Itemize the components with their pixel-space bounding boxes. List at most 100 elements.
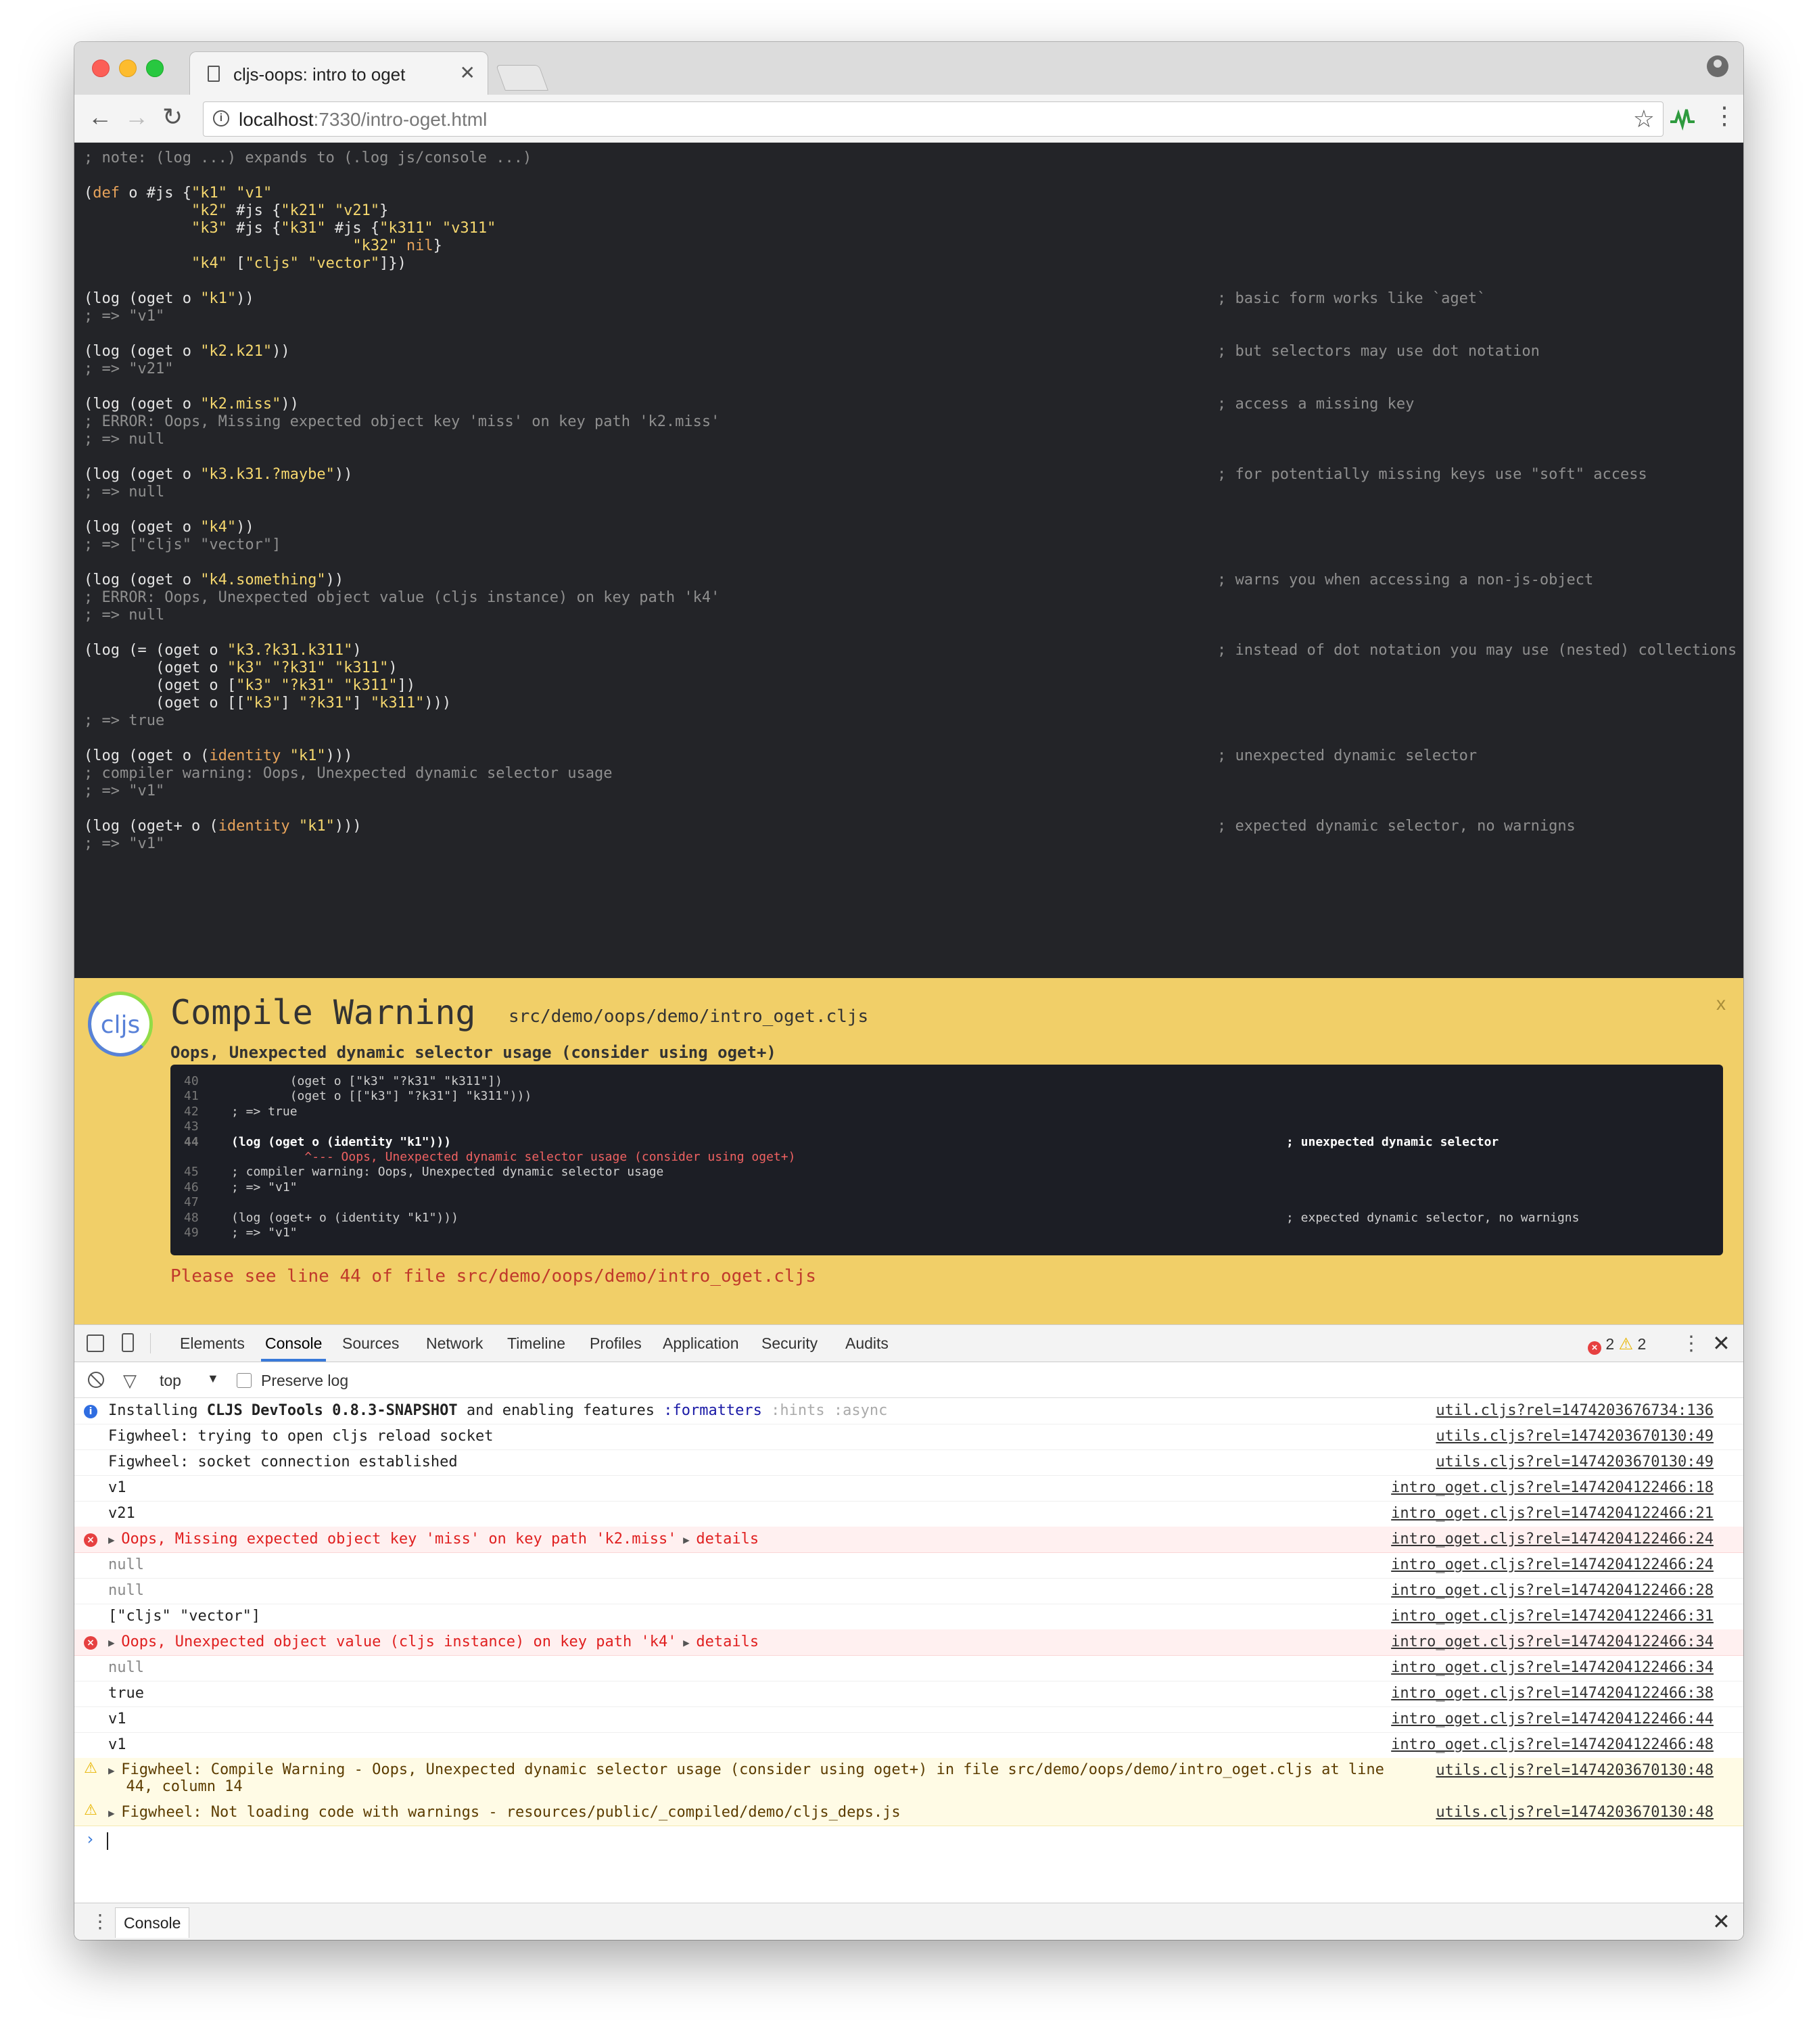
warning-file: src/demo/oops/demo/intro_oget.cljs (509, 1006, 869, 1027)
devtools-panel: Elements Console Sources Network Timeline Pro… (74, 1324, 1743, 1940)
context-selector[interactable]: top (160, 1372, 181, 1390)
snippet-code: (log (oget o (identity "k1"))) (231, 1134, 452, 1149)
source-link[interactable]: intro_oget.cljs?rel=1474204122466:34 (1391, 1633, 1714, 1650)
details-toggle[interactable]: details (696, 1633, 759, 1650)
console-row[interactable]: null intro_oget.cljs?rel=1474204122466:28 (74, 1578, 1743, 1604)
source-link[interactable]: intro_oget.cljs?rel=1474204122466:24 (1391, 1556, 1714, 1573)
console-row[interactable]: ["cljs" "vector"] intro_oget.cljs?rel=147… (74, 1604, 1743, 1630)
details-triangle-icon[interactable]: ▶ (676, 1533, 696, 1546)
filter-icon[interactable]: ▽ (123, 1370, 137, 1391)
source-link[interactable]: intro_oget.cljs?rel=1474204122466:48 (1391, 1736, 1714, 1753)
console-row[interactable]: null intro_oget.cljs?rel=1474204122466:24 (74, 1552, 1743, 1579)
browser-window: cljs-oops: intro to oget ✕ ← → ↻ i local… (74, 42, 1743, 1940)
snippet-line: 42 ; => true (170, 1105, 298, 1119)
console-row[interactable]: ⚠ ▶ Figwheel: Not loading code with warni… (74, 1800, 1743, 1826)
console-row[interactable]: null intro_oget.cljs?rel=1474204122466:34 (74, 1655, 1743, 1681)
close-window-button[interactable] (92, 60, 110, 77)
source-link[interactable]: util.cljs?rel=1474203676734:136 (1436, 1402, 1714, 1419)
back-button[interactable]: ← (88, 103, 112, 131)
source-link[interactable]: utils.cljs?rel=1474203670130:48 (1436, 1804, 1714, 1821)
console-row[interactable]: Figwheel: trying to open cljs reload soc… (74, 1424, 1743, 1450)
code-line: (log (oget o "k2.miss")) (84, 396, 299, 413)
expand-triangle-icon[interactable]: ▶ (108, 1533, 121, 1546)
console-row[interactable]: true intro_oget.cljs?rel=1474204122466:38 (74, 1681, 1743, 1707)
source-link[interactable]: intro_oget.cljs?rel=1474204122466:31 (1391, 1608, 1714, 1625)
snippet-comment: ; expected dynamic selector, no warnigns (1286, 1210, 1580, 1225)
source-link[interactable]: intro_oget.cljs?rel=1474204122466:34 (1391, 1659, 1714, 1676)
console-row[interactable]: i Installing CLJS DevTools 0.8.3-SNAPSHOT… (74, 1398, 1743, 1424)
inspect-element-icon[interactable] (87, 1334, 104, 1352)
browser-menu-icon[interactable]: ⋮ (1712, 101, 1737, 130)
source-link[interactable]: intro_oget.cljs?rel=1474204122466:28 (1391, 1582, 1714, 1599)
source-link[interactable]: utils.cljs?rel=1474203670130:48 (1436, 1762, 1714, 1779)
code-line: (log (oget o "k4")) (84, 519, 254, 536)
zoom-window-button[interactable] (146, 60, 164, 77)
console-input[interactable] (107, 1832, 108, 1850)
error-icon: × (84, 1533, 97, 1547)
chevron-down-icon[interactable]: ▼ (207, 1372, 219, 1386)
console-message: Installing CLJS DevTools 0.8.3-SNAPSHOT … (108, 1402, 887, 1419)
forward-button[interactable]: → (124, 103, 149, 131)
code-line: "k3" #js {"k31" #js {"k311" "v311" (191, 220, 496, 237)
console-row[interactable]: Figwheel: socket connection established u… (74, 1449, 1743, 1476)
console-message: v1 (108, 1479, 126, 1496)
profile-icon[interactable] (1707, 55, 1728, 77)
source-link[interactable]: intro_oget.cljs?rel=1474204122466:44 (1391, 1711, 1714, 1727)
preserve-log-checkbox[interactable] (237, 1373, 252, 1388)
devtools-close-icon[interactable]: ✕ (1712, 1330, 1730, 1356)
browser-tab[interactable]: cljs-oops: intro to oget ✕ (189, 51, 488, 95)
snippet-line: ^--- Oops, Unexpected dynamic selector u… (170, 1150, 795, 1165)
bookmark-star-icon[interactable]: ☆ (1633, 105, 1655, 133)
tab-network[interactable]: Network (426, 1334, 483, 1353)
tab-audits[interactable]: Audits (845, 1334, 889, 1353)
source-link[interactable]: intro_oget.cljs?rel=1474204122466:18 (1391, 1479, 1714, 1496)
tab-profiles[interactable]: Profiles (590, 1334, 642, 1353)
issue-counts[interactable]: × 2 ⚠ 2 (1588, 1334, 1646, 1355)
source-link[interactable]: utils.cljs?rel=1474203670130:49 (1436, 1454, 1714, 1470)
reload-button[interactable]: ↻ (162, 103, 183, 131)
source-link[interactable]: intro_oget.cljs?rel=1474204122466:38 (1391, 1685, 1714, 1702)
tab-console[interactable]: Console (265, 1334, 322, 1353)
source-link[interactable]: intro_oget.cljs?rel=1474204122466:24 (1391, 1531, 1714, 1548)
url-text[interactable]: localhost:7330/intro-oget.html (239, 109, 487, 131)
console-row[interactable]: v1 intro_oget.cljs?rel=1474204122466:44 (74, 1706, 1743, 1733)
new-tab-button[interactable] (496, 65, 548, 91)
info-icon[interactable]: i (213, 110, 229, 126)
expand-triangle-icon[interactable]: ▶ (108, 1636, 121, 1649)
drawer-close-icon[interactable]: ✕ (1712, 1909, 1730, 1934)
console-row[interactable]: × ▶ Oops, Missing expected object key 'mi… (74, 1527, 1743, 1553)
drawer-tab-console[interactable]: Console (115, 1907, 190, 1938)
devtools-menu-icon[interactable]: ⋮ (1681, 1332, 1701, 1355)
drawer-menu-icon[interactable]: ⋮ (91, 1910, 110, 1932)
tab-sources[interactable]: Sources (342, 1334, 399, 1353)
expand-triangle-icon[interactable]: ▶ (108, 1807, 121, 1819)
device-toolbar-icon[interactable] (122, 1333, 134, 1352)
console-message: null (108, 1659, 144, 1676)
extension-icon[interactable] (1669, 104, 1696, 131)
source-link[interactable]: utils.cljs?rel=1474203670130:49 (1436, 1428, 1714, 1445)
console-row[interactable]: v1 intro_oget.cljs?rel=1474204122466:48 (74, 1732, 1743, 1759)
devtools-tab-bar: Elements Console Sources Network Timeline Pro… (74, 1325, 1743, 1362)
minimize-window-button[interactable] (119, 60, 137, 77)
console-row[interactable]: v1 intro_oget.cljs?rel=1474204122466:18 (74, 1475, 1743, 1502)
clear-console-icon[interactable] (88, 1372, 104, 1388)
console-message: Figwheel: trying to open cljs reload soc… (108, 1428, 494, 1445)
console-row[interactable]: ⚠ ▶ Figwheel: Compile Warning - Oops, Une… (74, 1758, 1743, 1801)
warning-close-button[interactable]: x (1716, 993, 1726, 1015)
error-icon: × (84, 1636, 97, 1650)
details-toggle[interactable]: details (696, 1531, 759, 1548)
line-number: 47 (184, 1195, 199, 1210)
tab-elements[interactable]: Elements (180, 1334, 245, 1353)
tab-close-icon[interactable]: ✕ (460, 62, 475, 84)
address-bar[interactable]: i localhost:7330/intro-oget.html ☆ (203, 101, 1664, 137)
console-row[interactable]: v21 intro_oget.cljs?rel=1474204122466:21 (74, 1501, 1743, 1527)
source-link[interactable]: intro_oget.cljs?rel=1474204122466:21 (1391, 1505, 1714, 1522)
details-triangle-icon[interactable]: ▶ (676, 1636, 696, 1649)
console-message: v1 (108, 1711, 126, 1727)
tab-timeline[interactable]: Timeline (507, 1334, 565, 1353)
snippet-line: 48 (log (oget+ o (identity "k1"))) ; expec… (170, 1211, 1579, 1226)
expand-triangle-icon[interactable]: ▶ (108, 1764, 121, 1777)
tab-security[interactable]: Security (761, 1334, 818, 1353)
console-row[interactable]: × ▶ Oops, Unexpected object value (cljs i… (74, 1629, 1743, 1656)
tab-application[interactable]: Application (663, 1334, 739, 1353)
